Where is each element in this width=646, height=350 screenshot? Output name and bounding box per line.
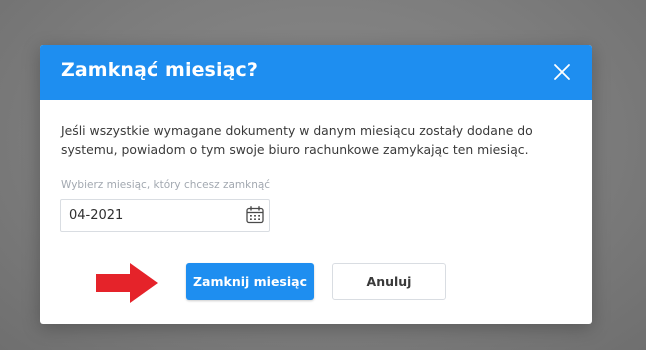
arrow-right-icon <box>96 263 158 303</box>
month-value: 04-2021 <box>69 208 124 223</box>
month-picker-input[interactable]: 04-2021 <box>60 199 270 232</box>
close-month-dialog: Zamknąć miesiąc? Jeśli wszystkie wymagan… <box>40 45 592 324</box>
cancel-button[interactable]: Anuluj <box>332 263 446 300</box>
close-icon <box>554 64 570 80</box>
dialog-title: Zamknąć miesiąc? <box>61 59 258 81</box>
dialog-description: Jeśli wszystkie wymagane dokumenty w dan… <box>61 121 576 159</box>
calendar-icon[interactable] <box>245 205 265 225</box>
dialog-header: Zamknąć miesiąc? <box>40 45 592 100</box>
close-button[interactable] <box>549 59 575 85</box>
close-month-button[interactable]: Zamknij miesiąc <box>186 263 314 300</box>
month-field-label: Wybierz miesiąc, który chcesz zamknąć <box>61 179 271 191</box>
description-text: Jeśli wszystkie wymagane dokumenty w dan… <box>61 123 533 157</box>
